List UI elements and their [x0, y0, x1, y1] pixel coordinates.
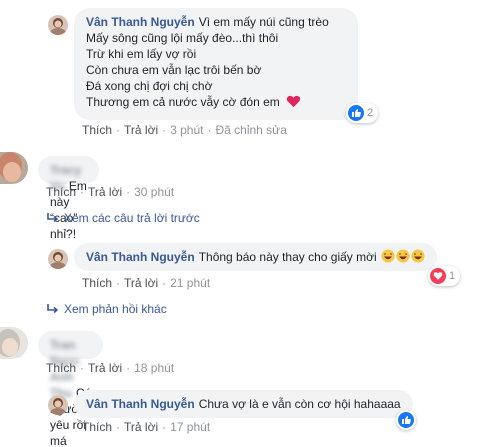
reply-link[interactable]: Trả lời — [124, 123, 158, 137]
timestamp[interactable]: 18 phút — [134, 361, 174, 375]
comment-bubble: Tracy Vu Em này “cao” nhỉ?! — [38, 156, 99, 241]
comment-actions: Thích · Trả lời · 30 phút — [46, 185, 175, 199]
reaction-summary[interactable]: 2 — [346, 103, 379, 123]
like-reaction-icon — [398, 412, 414, 428]
edited-label: Đã chỉnh sửa — [215, 123, 287, 137]
comment-text-line: Còn chưa em vẫn lạc trôi bến bờ — [86, 63, 262, 77]
avatar[interactable] — [48, 249, 68, 269]
view-previous-replies-link[interactable]: Xem các câu trả lời trước — [46, 211, 200, 225]
comment-bubble: Vân Thanh Nguyễn Chưa vợ là e vẫn còn cơ … — [74, 390, 413, 418]
like-link[interactable]: Thích — [46, 361, 76, 375]
like-link[interactable]: Thích — [82, 276, 112, 290]
reply-arrow-icon — [47, 304, 59, 314]
view-more-replies-link[interactable]: Xem phản hồi khác — [46, 302, 167, 316]
reply-link[interactable]: Trả lời — [88, 361, 122, 375]
comment-actions: Thích · Trả lời · 3 phút · Đã chỉnh sửa — [82, 123, 287, 137]
view-more-label[interactable]: Xem phản hồi khác — [64, 302, 167, 316]
reaction-count: 2 — [367, 107, 374, 119]
reply-arrow-icon — [47, 213, 59, 223]
avatar[interactable] — [0, 152, 28, 184]
comment-text: Chưa vợ là e vẫn còn cơ hội hahaaaa — [198, 397, 401, 411]
comment-actions: Thích · Trả lời · 17 phút — [82, 420, 211, 434]
comment-text-line: Thương em cả nước vẫy cờ đón em — [86, 95, 280, 109]
avatar[interactable] — [48, 395, 68, 415]
timestamp[interactable]: 30 phút — [134, 185, 174, 199]
love-reaction-icon — [430, 268, 446, 284]
like-link[interactable]: Thích — [82, 123, 112, 137]
comment-text-line: Đá xong chị đợi chị chờ — [86, 79, 213, 93]
comment-author[interactable]: Vân Thanh Nguyễn — [86, 250, 195, 264]
comment-author[interactable]: Vân Thanh Nguyễn — [86, 397, 195, 411]
comment-bubble: Tran Ngoc Anh ThuCó người yêu rồi má :))… — [38, 331, 104, 447]
comment-text-line: Vì em mấy núi cũng trèo — [198, 15, 329, 29]
like-link[interactable]: Thích — [46, 185, 76, 199]
comment-text: Thông báo này thay cho giấy mời — [198, 250, 377, 264]
avatar[interactable] — [0, 327, 28, 359]
like-link[interactable]: Thích — [82, 420, 112, 434]
reaction-count: 1 — [449, 270, 456, 282]
haha-emoji-icon — [411, 249, 425, 263]
comment-bubble: Vân Thanh Nguyễn Thông báo này thay cho g… — [74, 243, 438, 271]
haha-emoji-icon — [381, 249, 395, 263]
timestamp[interactable]: 3 phút — [170, 123, 203, 137]
reaction-summary[interactable] — [396, 410, 416, 430]
comment-actions: Thích · Trả lời · 18 phút — [46, 361, 175, 375]
comment-actions: Thích · Trả lời · 21 phút — [82, 276, 211, 290]
comment-text-line: Trừ khi em lấy vợ rồi — [86, 47, 197, 61]
reply-link[interactable]: Trả lời — [88, 185, 122, 199]
comment-bubble: Vân Thanh Nguyễn Vì em mấy núi cũng trèo … — [74, 8, 358, 120]
avatar[interactable] — [48, 15, 68, 35]
view-previous-label[interactable]: Xem các câu trả lời trước — [64, 211, 200, 225]
like-reaction-icon — [348, 105, 364, 121]
haha-emoji-icon — [396, 249, 410, 263]
red-heart-icon — [287, 95, 301, 108]
comment-text-line: Mấy sông cũng lội mấy đèo...thì thôi — [86, 31, 279, 45]
reaction-summary[interactable]: 1 — [428, 266, 461, 286]
reply-link[interactable]: Trả lời — [124, 276, 158, 290]
reply-link[interactable]: Trả lời — [124, 420, 158, 434]
timestamp[interactable]: 21 phút — [170, 276, 210, 290]
timestamp[interactable]: 17 phút — [170, 420, 210, 434]
comment-author[interactable]: Vân Thanh Nguyễn — [86, 15, 195, 29]
